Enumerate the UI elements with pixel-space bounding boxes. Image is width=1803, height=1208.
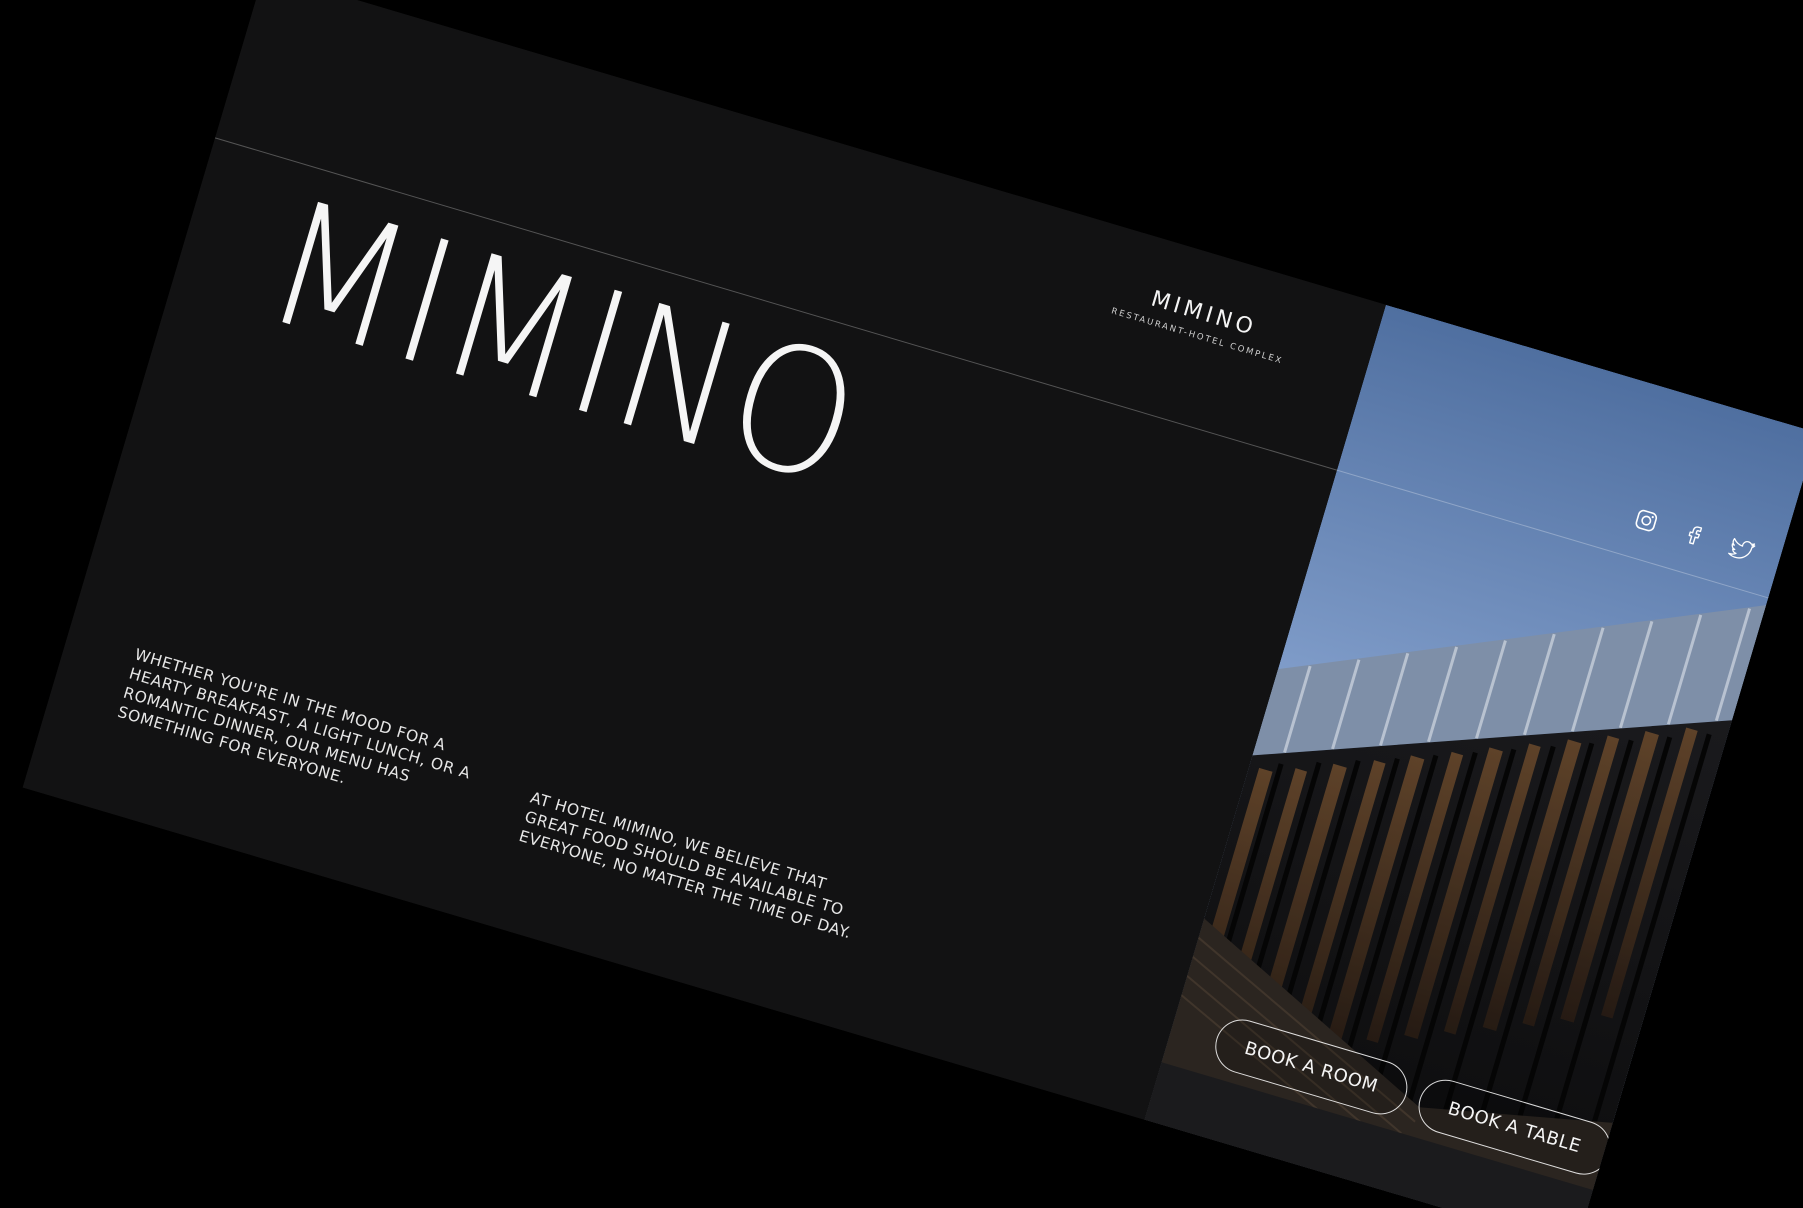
hero-title: MIMINO — [246, 161, 881, 526]
brand-logo[interactable]: MIMINO RESTAURANT-HOTEL COMPLEX — [1081, 268, 1323, 375]
intro-text-left: WHETHER YOU'RE IN THE MOOD FOR A HEARTY … — [115, 645, 473, 788]
stage: MIMINO RESTAURANT-HOTEL COMPLEX MIMINO W… — [0, 0, 1803, 1208]
website-hero-card: MIMINO RESTAURANT-HOTEL COMPLEX MIMINO W… — [22, 0, 1803, 1208]
intro-text-right: AT HOTEL MIMINO, WE BELIEVE THAT GREAT F… — [516, 788, 854, 943]
left-panel: MIMINO RESTAURANT-HOTEL COMPLEX MIMINO W… — [22, 0, 1386, 1120]
